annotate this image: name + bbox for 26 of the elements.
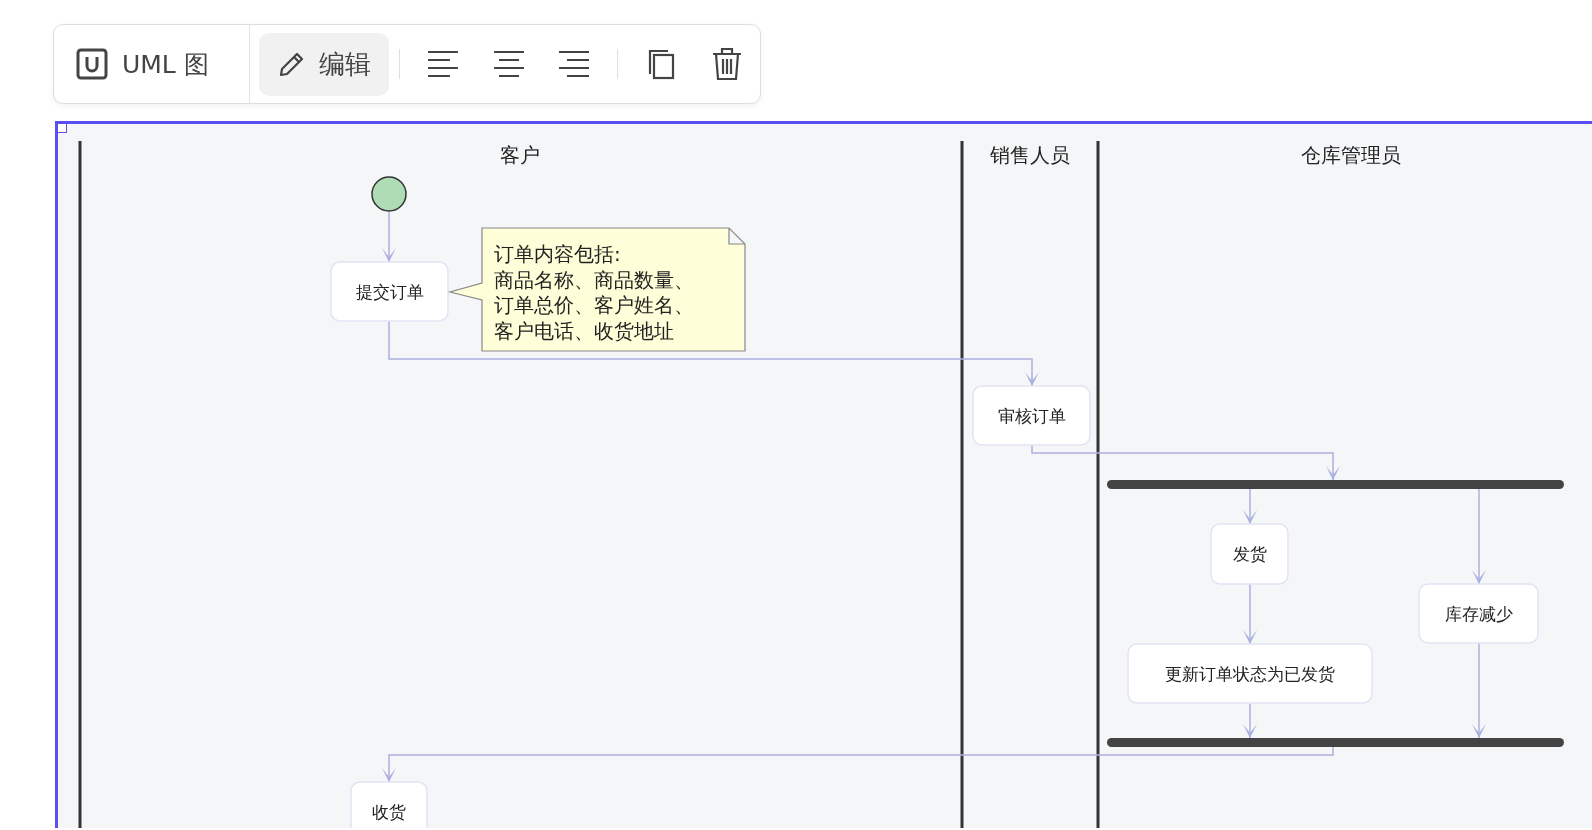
u-letter-icon [76,48,108,80]
flow-arrow [1243,488,1257,525]
note-text-line: 订单总价、客户姓名、 [494,293,694,317]
activity-label: 审核订单 [997,406,1066,426]
copy-icon [646,48,677,80]
align-right-icon [558,48,591,80]
trash-icon [712,47,743,81]
activity-label: 发货 [1232,544,1267,564]
activity-label: 提交订单 [355,282,424,302]
activity-label: 更新订单状态为已发货 [1165,664,1335,684]
activity-label: 库存减少 [1444,604,1513,624]
align-left-icon [426,48,459,80]
edit-button[interactable]: 编辑 [259,32,389,96]
flow-arrow [382,211,396,263]
note-text-line: 客户电话、收货地址 [494,318,674,343]
diagram-type-button[interactable]: UML 图 [54,25,251,103]
swimlane-title: 客户 [500,143,540,167]
flow-arrow [1243,702,1257,739]
flow-arrow [1243,583,1257,645]
swimlane-title: 销售人员 [990,143,1070,167]
start-node [371,176,407,212]
swimlane-title: 仓库管理员 [1301,143,1401,167]
activity-label: 收货 [372,802,406,822]
align-center-icon [492,48,525,80]
note-text-line: 商品名称、商品数量、 [494,267,694,292]
note-text-line: 订单内容包括: [494,242,621,266]
